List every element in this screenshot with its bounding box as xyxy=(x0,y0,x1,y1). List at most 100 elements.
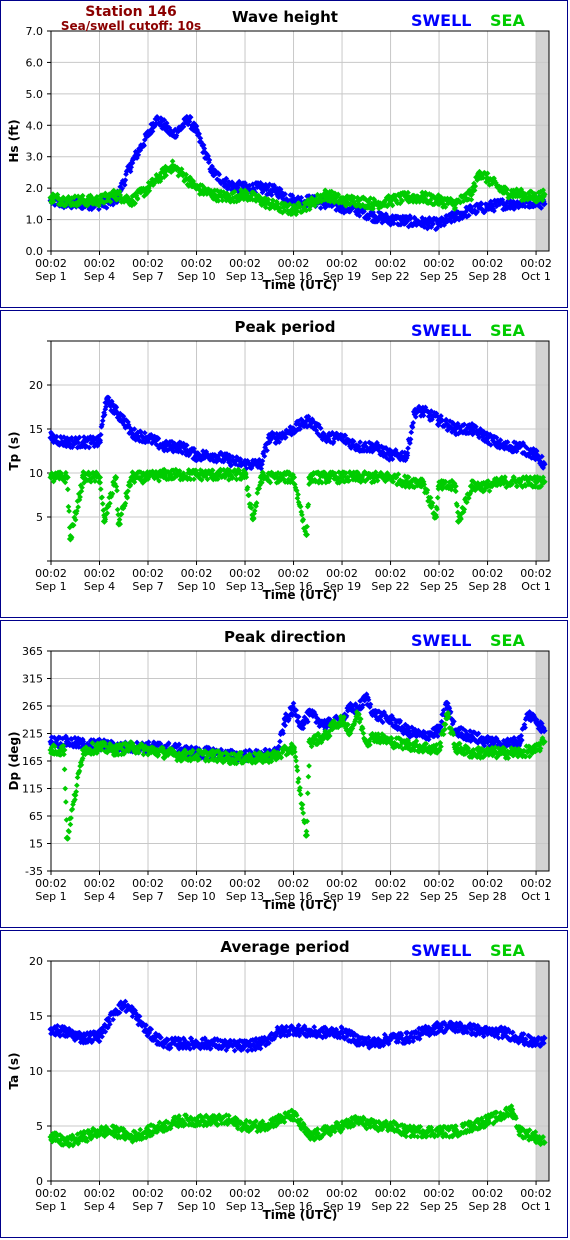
x-axis-label: Time (UTC) xyxy=(263,278,338,292)
y-tick-label: 1.0 xyxy=(26,214,44,227)
y-tick-label: 365 xyxy=(22,645,43,658)
x-tick-date: Sep 13 xyxy=(226,270,264,283)
x-tick-date: Sep 7 xyxy=(132,270,163,283)
legend-swell: SWELL xyxy=(411,321,472,340)
peak-direction-chart: -35156511516521526531536500:02Sep 100:02… xyxy=(7,628,552,912)
x-tick-time: 00:02 xyxy=(326,567,358,580)
y-tick-label: 215 xyxy=(22,728,43,741)
x-tick-time: 00:02 xyxy=(472,567,504,580)
wave-height-panel: 0.0 1.0 2.0 3.0 4.0 5.0 6.0 7.0 00:02 Sep 1 00:02 S… xyxy=(0,0,568,308)
y-tick-label: 265 xyxy=(22,700,43,713)
chart-title: Wave height xyxy=(232,8,338,26)
x-tick-time: 00:02 xyxy=(229,567,261,580)
x-tick-time: 00:02 xyxy=(35,257,67,270)
y-tick-label: 315 xyxy=(22,673,43,686)
x-tick-date: Sep 22 xyxy=(371,890,409,903)
x-tick-time: 00:02 xyxy=(375,877,407,890)
x-tick-time: 00:02 xyxy=(84,877,116,890)
shaded-region xyxy=(536,31,549,251)
x-tick-date: Oct 1 xyxy=(521,890,551,903)
y-tick-label: 6.0 xyxy=(26,56,44,69)
station-name: Station 146 xyxy=(85,4,176,20)
x-tick-time: 00:02 xyxy=(520,877,552,890)
plot-area xyxy=(51,341,549,561)
y-tick-label: 165 xyxy=(22,755,43,768)
x-tick-time: 00:02 xyxy=(84,567,116,580)
x-tick-time: 00:02 xyxy=(181,257,213,270)
x-tick-date: Sep 10 xyxy=(177,580,215,593)
x-tick-time: 00:02 xyxy=(472,877,504,890)
x-tick-date: Sep 13 xyxy=(226,890,264,903)
y-tick-label: 65 xyxy=(29,810,43,823)
x-tick-date: Sep 1 xyxy=(35,270,66,283)
x-tick-date: Sep 10 xyxy=(177,270,215,283)
x-tick-time: 00:02 xyxy=(326,877,358,890)
x-tick-time: 00:02 xyxy=(132,257,164,270)
y-tick-label: 115 xyxy=(22,783,43,796)
x-tick-date: Sep 22 xyxy=(371,580,409,593)
x-tick-time: 00:02 xyxy=(181,567,213,580)
peak-period-chart: 510152000:02Sep 100:02Sep 400:02Sep 700:… xyxy=(7,318,552,602)
x-tick-time: 00:02 xyxy=(229,257,261,270)
x-tick-date: Sep 28 xyxy=(468,580,506,593)
chart-title: Peak period xyxy=(235,318,336,336)
x-axis-label: Time (UTC) xyxy=(263,588,338,602)
x-tick-time: 00:02 xyxy=(35,877,67,890)
y-tick-label: 2.0 xyxy=(26,182,44,195)
legend-sea: SEA xyxy=(490,321,525,340)
x-tick-date: Sep 7 xyxy=(132,890,163,903)
y-tick-label: 4.0 xyxy=(26,119,44,132)
x-tick-date: Sep 1 xyxy=(35,890,66,903)
y-tick-label: 15 xyxy=(29,838,43,851)
y-tick-label: 3.0 xyxy=(26,151,44,164)
x-tick-time: 00:02 xyxy=(326,257,358,270)
x-tick-time: 00:02 xyxy=(229,877,261,890)
x-tick-time: 00:02 xyxy=(84,257,116,270)
x-tick-date: Sep 1 xyxy=(35,580,66,593)
y-tick-label: 5 xyxy=(36,511,43,524)
x-tick-date: Sep 4 xyxy=(84,890,115,903)
x-tick-time: 00:02 xyxy=(35,567,67,580)
peak-period-panel: 5 10 15 20 00:02 Sep 1 00:02 Sep 4 00:02 Sep 7 00:… xyxy=(0,310,568,618)
wave-height-chart: 0.01.02.03.04.05.06.07.000:02Sep 100:02S… xyxy=(7,4,552,292)
y-tick-label: 15 xyxy=(29,423,43,436)
station-cutoff: Sea/swell cutoff: 10s xyxy=(61,19,201,33)
y-tick-label: 10 xyxy=(29,467,43,480)
x-tick-time: 00:02 xyxy=(278,567,310,580)
x-tick-date: Sep 10 xyxy=(177,890,215,903)
x-tick-date: Sep 4 xyxy=(84,580,115,593)
x-tick-time: 00:02 xyxy=(520,567,552,580)
x-tick-date: Sep 25 xyxy=(420,890,458,903)
x-tick-date: Oct 1 xyxy=(521,580,551,593)
x-tick-time: 00:02 xyxy=(132,567,164,580)
y-axis-label: Hs (ft) xyxy=(7,119,21,162)
x-tick-date: Sep 4 xyxy=(84,270,115,283)
x-tick-time: 00:02 xyxy=(423,567,455,580)
legend-swell: SWELL xyxy=(411,11,472,30)
x-tick-date: Sep 22 xyxy=(371,270,409,283)
x-tick-time: 00:02 xyxy=(181,877,213,890)
x-tick-date: Sep 25 xyxy=(420,580,458,593)
legend-sea: SEA xyxy=(490,11,525,30)
plot-area xyxy=(51,31,549,251)
x-tick-date: Sep 7 xyxy=(132,580,163,593)
y-tick-label: 20 xyxy=(29,379,43,392)
x-tick-time: 00:02 xyxy=(423,877,455,890)
x-tick-date: Sep 28 xyxy=(468,890,506,903)
x-tick-time: 00:02 xyxy=(375,567,407,580)
x-tick-date: Sep 13 xyxy=(226,580,264,593)
x-tick-date: Sep 25 xyxy=(420,270,458,283)
y-tick-label: 7.0 xyxy=(26,25,44,38)
x-tick-time: 00:02 xyxy=(423,257,455,270)
x-tick-time: 00:02 xyxy=(520,257,552,270)
x-tick-time: 00:02 xyxy=(472,257,504,270)
y-tick-label: 5.0 xyxy=(26,88,44,101)
x-tick-time: 00:02 xyxy=(375,257,407,270)
peak-direction-panel: -35 15 65 115 165 215 265 315 365 00:02 Sep 1 00:02… xyxy=(0,620,568,928)
x-tick-date: Oct 1 xyxy=(521,270,551,283)
x-tick-time: 00:02 xyxy=(278,257,310,270)
x-tick-date: Sep 28 xyxy=(468,270,506,283)
x-tick-time: 00:02 xyxy=(278,877,310,890)
y-axis-label: Tp (s) xyxy=(7,431,21,470)
x-tick-time: 00:02 xyxy=(132,877,164,890)
